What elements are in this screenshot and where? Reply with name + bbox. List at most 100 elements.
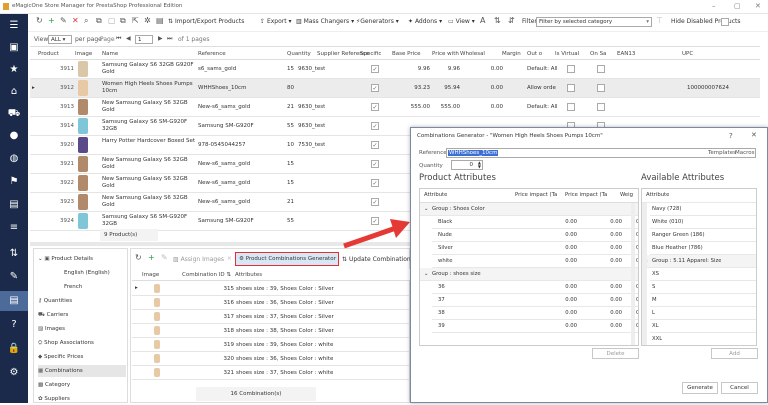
- sync-arrows-icon[interactable]: ⇅: [0, 244, 28, 264]
- pa-attribute-row[interactable]: Nude 0.00 0.00 0: [432, 229, 638, 242]
- filter-icon[interactable]: ⊤: [656, 16, 663, 25]
- column-on-sa[interactable]: On Sa: [590, 51, 606, 57]
- column-image[interactable]: Image: [75, 51, 92, 57]
- column-specific[interactable]: Specific: [360, 51, 381, 57]
- refresh-icon[interactable]: ↻: [36, 16, 43, 25]
- specific-checkbox[interactable]: ✓: [371, 84, 379, 92]
- specific-checkbox[interactable]: ✓: [371, 103, 379, 111]
- tree-item-carriers[interactable]: ⛟ Carriers: [38, 309, 126, 321]
- column-attributes[interactable]: Attributes: [235, 272, 262, 278]
- pa-attribute-row[interactable]: 39 0.00 0.00 0: [432, 320, 638, 333]
- pa-column-price-impact-tax-incl[interactable]: Price impact (Ta: [565, 189, 607, 202]
- sort-asc-icon[interactable]: ⇅: [494, 16, 501, 25]
- on-sale-checkbox[interactable]: [597, 84, 605, 92]
- minimize-button[interactable]: –: [712, 2, 716, 10]
- view-button[interactable]: ▭ View ▾: [448, 18, 475, 25]
- is-virtual-checkbox[interactable]: [567, 65, 575, 73]
- edit-icon[interactable]: ✎: [161, 253, 168, 262]
- column-out-o[interactable]: Out o: [527, 51, 542, 57]
- is-virtual-checkbox[interactable]: [567, 103, 575, 111]
- table-row[interactable]: 3911 Samsung Galaxy S6 32GB G920F Gold s6_…: [30, 60, 760, 79]
- import-export-button[interactable]: ⇅ Import/Export Products: [168, 18, 244, 25]
- tree-item-suppliers[interactable]: ✿ Suppliers: [38, 393, 126, 405]
- store-icon[interactable]: ▣: [0, 38, 28, 58]
- duplicate-icon[interactable]: ⧉: [120, 16, 126, 26]
- pa-column-price-impact-tax-excl[interactable]: Price impact (Ta: [515, 189, 557, 202]
- aa-attribute-row[interactable]: Blue Heather (786): [650, 242, 756, 255]
- move-icon[interactable]: ⇱: [132, 16, 139, 25]
- home-icon[interactable]: ⌂: [0, 82, 28, 102]
- column-ean13[interactable]: EAN13: [617, 51, 635, 57]
- delete-button[interactable]: Delete: [592, 348, 639, 359]
- pa-attribute-row[interactable]: white 0.00 0.00 0: [432, 255, 638, 268]
- chart-icon[interactable]: ▤: [0, 195, 28, 215]
- specific-checkbox[interactable]: ✓: [371, 198, 379, 206]
- pa-column-attribute[interactable]: Attribute: [424, 189, 447, 202]
- refresh-icon[interactable]: ↻: [135, 253, 142, 262]
- globe-icon[interactable]: ◍: [0, 149, 28, 169]
- search-icon[interactable]: ⌕: [84, 16, 88, 26]
- specific-checkbox[interactable]: ✓: [371, 179, 379, 187]
- tree-item-quantities[interactable]: ⚷ Quantities: [38, 295, 126, 307]
- aa-attribute-row[interactable]: White (010): [650, 216, 756, 229]
- star-icon[interactable]: ★: [0, 60, 28, 80]
- delete-icon[interactable]: ✕: [72, 16, 79, 25]
- reference-input[interactable]: WHHShoes_10cm Templates Macros: [446, 148, 756, 158]
- aa-group-row[interactable]: ⌄Group : 5.11 Apparel: Size: [642, 255, 756, 268]
- on-sale-checkbox[interactable]: [597, 65, 605, 73]
- generate-button[interactable]: Generate: [682, 382, 718, 394]
- column-quantity[interactable]: Quantity: [287, 51, 311, 57]
- lock-icon[interactable]: 🔒: [0, 339, 28, 359]
- column-price-with[interactable]: Price with: [432, 51, 459, 57]
- basket-icon[interactable]: ⛟: [0, 104, 28, 124]
- add-button[interactable]: Add: [711, 348, 758, 359]
- aa-scrollbar[interactable]: [642, 203, 647, 345]
- combination-row[interactable]: 316 shoes size : 36, Shoes Color : Silver: [132, 296, 410, 310]
- aa-attribute-row[interactable]: S: [650, 281, 756, 294]
- font-size-icon[interactable]: A: [480, 16, 485, 25]
- store-manager-icon[interactable]: ▤: [0, 291, 28, 311]
- tree-item-category[interactable]: ▩ Category: [38, 379, 126, 391]
- per-page-select[interactable]: ALL ▾: [48, 35, 72, 44]
- add-icon[interactable]: +: [48, 16, 55, 25]
- combination-row[interactable]: 318 shoes size : 38, Shoes Color : Silver: [132, 324, 410, 338]
- table-row[interactable]: ▸ 3912 Women High Heels Shoes Pumps 10cm WH…: [30, 79, 760, 98]
- pa-attribute-row[interactable]: Silver 0.00 0.00 0: [432, 242, 638, 255]
- column-upc[interactable]: UPC: [682, 51, 693, 57]
- close-dialog-button[interactable]: ✕: [751, 131, 757, 139]
- specific-checkbox[interactable]: ✓: [371, 122, 379, 130]
- column-product[interactable]: Product: [38, 51, 59, 57]
- user-icon[interactable]: ●: [0, 126, 28, 146]
- gear-icon[interactable]: ⚙: [0, 363, 28, 383]
- pa-group-row[interactable]: ⌄ Group : Shoes Color: [420, 203, 638, 216]
- wrench-icon[interactable]: ✎: [0, 267, 28, 287]
- column-margin[interactable]: Margin: [502, 51, 521, 57]
- column-base-price[interactable]: Base Price: [392, 51, 421, 57]
- aa-column-attribute[interactable]: Attribute: [646, 189, 669, 202]
- copy-icon[interactable]: ⧉: [96, 16, 102, 26]
- aa-attribute-row[interactable]: XS: [650, 268, 756, 281]
- export-button[interactable]: ⇪ Export ▾: [260, 18, 292, 25]
- first-page-icon[interactable]: ⏮: [116, 35, 121, 43]
- combination-row[interactable]: 320 shoes size : 36, Shoes Color : white: [132, 352, 410, 366]
- quantity-stepper[interactable]: 0 ▲ ▼: [451, 160, 483, 170]
- notes-icon[interactable]: ▤: [156, 16, 164, 25]
- sliders-icon[interactable]: ≡: [0, 218, 28, 238]
- pa-attribute-row[interactable]: Black 0.00 0.00 0: [432, 216, 638, 229]
- paste-icon[interactable]: ▢: [108, 16, 116, 25]
- specific-checkbox[interactable]: ✓: [371, 65, 379, 73]
- tree-item-specific-prices[interactable]: ◆ Specific Prices: [38, 351, 126, 363]
- pa-attribute-row[interactable]: 36 0.00 0.00 0: [432, 281, 638, 294]
- table-row[interactable]: 3913 New Samsung Galaxy S6 32GB Gold New-s…: [30, 98, 760, 117]
- macros-button[interactable]: Macros: [735, 150, 755, 156]
- column-reference[interactable]: Reference: [198, 51, 226, 57]
- mass-changers-button[interactable]: ▥ Mass Changers ▾: [296, 18, 354, 25]
- pa-attribute-row[interactable]: 37 0.00 0.00 0: [432, 294, 638, 307]
- help-button[interactable]: ?: [729, 132, 733, 140]
- is-virtual-checkbox[interactable]: [567, 84, 575, 92]
- aa-attribute-row[interactable]: M: [650, 294, 756, 307]
- aa-attribute-row[interactable]: Navy (728): [650, 203, 756, 216]
- tree-item-product-details[interactable]: ⌄ ▣ Product Details: [38, 253, 126, 265]
- aa-attribute-row[interactable]: L: [650, 307, 756, 320]
- sort-desc-icon[interactable]: ⇵: [508, 16, 515, 25]
